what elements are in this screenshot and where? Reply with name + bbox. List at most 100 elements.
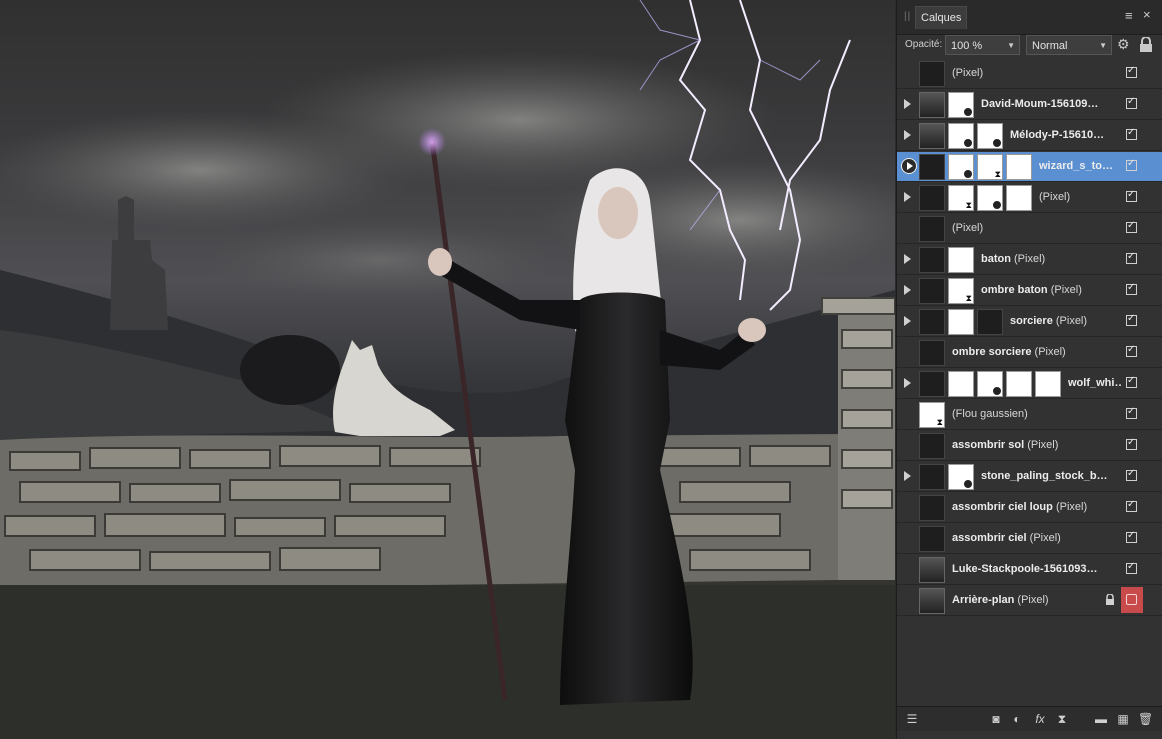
layer-thumbnail[interactable]	[977, 309, 1003, 335]
expand-arrow-icon[interactable]	[904, 378, 911, 388]
expand-arrow-icon[interactable]	[904, 316, 911, 326]
visibility-toggle[interactable]	[1121, 587, 1143, 613]
mask-thumbnail[interactable]: ⧗	[948, 185, 974, 211]
layer-thumbnail[interactable]	[919, 278, 945, 304]
expand-arrow-icon[interactable]	[904, 192, 911, 202]
visibility-checkbox[interactable]	[1126, 499, 1137, 512]
mask-thumbnail[interactable]	[977, 123, 1003, 149]
mask-thumbnail[interactable]	[948, 309, 974, 335]
layer-thumbnail[interactable]	[919, 92, 945, 118]
layer-row[interactable]: assombrir ciel (Pixel)	[897, 524, 1162, 554]
layer-row[interactable]: Mélody-P-15610…	[897, 121, 1162, 151]
layer-thumbnail[interactable]	[919, 123, 945, 149]
layer-row[interactable]: wolf_whi…	[897, 369, 1162, 399]
visibility-checkbox[interactable]	[1126, 158, 1137, 171]
trash-icon[interactable]: 🗑	[1138, 712, 1153, 726]
layer-row[interactable]: ⧗ wizard_s_to…	[897, 152, 1162, 182]
visibility-checkbox[interactable]	[1126, 561, 1137, 574]
expand-arrow-icon[interactable]	[904, 99, 911, 109]
visibility-checkbox[interactable]	[1126, 127, 1137, 140]
blend-mode-select[interactable]: Normal ▼	[1026, 35, 1112, 55]
layer-thumbnail[interactable]	[919, 464, 945, 490]
expand-arrow-icon[interactable]	[904, 471, 911, 481]
visibility-checkbox[interactable]	[1126, 96, 1137, 109]
gear-icon[interactable]: ⚙	[1117, 36, 1130, 53]
expand-arrow-icon[interactable]	[904, 254, 911, 264]
layer-row[interactable]: assombrir ciel loup (Pixel)	[897, 493, 1162, 523]
visibility-checkbox[interactable]	[1126, 65, 1137, 78]
layer-thumbnail[interactable]	[919, 216, 945, 242]
layer-row[interactable]: Luke-Stackpoole-1561093…	[897, 555, 1162, 585]
visibility-checkbox[interactable]	[1126, 251, 1137, 264]
layer-thumbnail[interactable]	[919, 340, 945, 366]
adjustment-icon[interactable]: ◐	[1010, 712, 1024, 726]
mask-icon[interactable]: ◙	[989, 712, 1003, 726]
layer-row[interactable]: ⧗ (Pixel)	[897, 183, 1162, 213]
layer-thumbnail[interactable]	[919, 526, 945, 552]
layer-thumbnail[interactable]	[919, 247, 945, 273]
layer-type: (Pixel)	[1050, 284, 1082, 296]
mask-thumbnail[interactable]	[948, 464, 974, 490]
mask-thumbnail[interactable]	[977, 185, 1003, 211]
lock-icon[interactable]	[1139, 37, 1153, 53]
mask-thumbnail[interactable]	[1006, 154, 1032, 180]
mask-thumbnail[interactable]	[1006, 185, 1032, 211]
mask-thumbnail[interactable]	[948, 154, 974, 180]
visibility-checkbox[interactable]	[1126, 375, 1137, 388]
visibility-checkbox[interactable]	[1126, 406, 1137, 419]
mask-thumbnail[interactable]: ⧗	[977, 154, 1003, 180]
visibility-checkbox[interactable]	[1126, 344, 1137, 357]
layer-thumbnail[interactable]	[919, 185, 945, 211]
expand-arrow-icon[interactable]	[901, 158, 917, 174]
close-icon[interactable]: ×	[1143, 8, 1151, 22]
visibility-checkbox[interactable]	[1126, 530, 1137, 543]
mask-thumbnail[interactable]	[948, 123, 974, 149]
layer-row[interactable]: David-Moum-156109…	[897, 90, 1162, 120]
mask-thumbnail[interactable]: ⧗	[948, 278, 974, 304]
mask-thumbnail[interactable]	[977, 371, 1003, 397]
layer-row[interactable]: Arrière-plan (Pixel)	[897, 586, 1162, 616]
lock-icon[interactable]	[1105, 594, 1115, 606]
menu-icon[interactable]: ≡	[1125, 9, 1133, 23]
checker-icon[interactable]: ▦	[1116, 712, 1130, 726]
opacity-field[interactable]: 100 % ▼	[945, 35, 1020, 55]
visibility-checkbox[interactable]	[1126, 313, 1137, 326]
mask-thumbnail[interactable]	[948, 92, 974, 118]
layer-row[interactable]: ombre sorciere (Pixel)	[897, 338, 1162, 368]
layer-row[interactable]: assombrir sol (Pixel)	[897, 431, 1162, 461]
layers-icon[interactable]: ☰	[905, 712, 919, 726]
layer-thumbnail[interactable]	[919, 309, 945, 335]
layer-row[interactable]: sorciere (Pixel)	[897, 307, 1162, 337]
fx-icon[interactable]: fx	[1033, 712, 1047, 726]
layer-thumbnail[interactable]	[919, 371, 945, 397]
visibility-checkbox[interactable]	[1126, 468, 1137, 481]
layer-thumbnail[interactable]	[919, 557, 945, 583]
visibility-checkbox[interactable]	[1126, 220, 1137, 233]
mask-thumbnail[interactable]	[1006, 371, 1032, 397]
layer-thumbnail[interactable]	[919, 588, 945, 614]
expand-arrow-icon[interactable]	[904, 285, 911, 295]
layer-thumbnail[interactable]	[919, 154, 945, 180]
layer-row[interactable]: (Pixel)	[897, 59, 1162, 89]
layer-thumbnail[interactable]	[919, 433, 945, 459]
folder-icon[interactable]: ▬	[1094, 712, 1108, 726]
mask-thumbnail[interactable]	[948, 371, 974, 397]
layer-thumbnail[interactable]	[919, 61, 945, 87]
tab-calques[interactable]: Calques	[915, 6, 968, 29]
mask-thumbnail[interactable]	[948, 247, 974, 273]
layer-thumbnail[interactable]	[919, 495, 945, 521]
mask-thumbnail[interactable]	[1035, 371, 1061, 397]
expand-arrow-icon[interactable]	[904, 130, 911, 140]
layer-row[interactable]: baton (Pixel)	[897, 245, 1162, 275]
visibility-checkbox[interactable]	[1126, 437, 1137, 450]
hourglass-icon[interactable]: ⧗	[1055, 712, 1069, 726]
panel-grip-handle[interactable]: ||	[904, 11, 910, 23]
layer-row[interactable]: ⧗ ombre baton (Pixel)	[897, 276, 1162, 306]
visibility-checkbox[interactable]	[1126, 282, 1137, 295]
mask-thumbnail[interactable]: ⧗	[919, 402, 945, 428]
visibility-checkbox[interactable]	[1126, 189, 1137, 202]
document-canvas[interactable]	[0, 0, 895, 739]
layer-row[interactable]: stone_paling_stock_b…	[897, 462, 1162, 492]
layer-row[interactable]: ⧗ (Flou gaussien)	[897, 400, 1162, 430]
layer-row[interactable]: (Pixel)	[897, 214, 1162, 244]
